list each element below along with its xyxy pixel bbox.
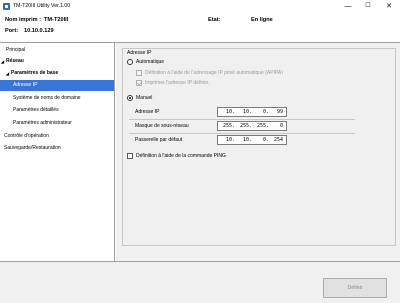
ip-address-input[interactable]: 10 . 10 . 0 . 99 <box>217 107 287 117</box>
ip-address-group: Adresse IP Automatique Définition à l'ai… <box>122 48 396 246</box>
nav-item-label: Paramètres détaillés <box>13 107 59 113</box>
group-title: Adresse IP <box>126 50 153 56</box>
ping-label: Définition à l'aide de la commande PING <box>136 153 226 159</box>
bottom-bar: Définir <box>0 261 400 303</box>
ip-octet-4: 99 <box>276 109 283 115</box>
nav-item-label: Sauvegarde/Restauration <box>4 145 61 151</box>
window-title: TM-T20III Utility Ver.1.00 <box>13 3 71 9</box>
title-bar: TM-T20III Utility Ver.1.00 — ☐ ✕ <box>0 0 400 13</box>
nav-item-parametres-de-base[interactable]: ◢ Paramètres de base <box>0 68 114 79</box>
printer-info-header: Nom imprim : TM-T20III Port: 10.10.0.129… <box>0 13 400 42</box>
expand-arrow-icon[interactable]: ◢ <box>1 56 4 67</box>
nav-item-label: Système de noms de domaine <box>13 95 81 101</box>
auto-radio[interactable] <box>127 59 133 65</box>
row-divider <box>129 133 355 134</box>
port-label: Port: <box>5 28 19 34</box>
ip-octet-2: 10 <box>242 109 249 115</box>
nav-item-parametres-detailles[interactable]: Paramètres détaillés <box>0 105 114 116</box>
ping-checkbox[interactable] <box>127 153 133 159</box>
manual-radio[interactable] <box>127 95 133 101</box>
subnet-octet-3: 255 <box>256 123 266 129</box>
nav-item-label: Réseau <box>6 58 24 64</box>
gateway-octet-3: 0 <box>262 137 266 143</box>
nav-item-principal[interactable]: Principal <box>0 45 114 56</box>
ip-octet-1: 10 <box>225 109 232 115</box>
row-divider <box>129 119 355 120</box>
gateway-label: Passerelle par défaut <box>135 137 183 143</box>
printer-name-label: Nom imprim : <box>5 17 42 23</box>
auto-label: Automatique <box>136 59 165 65</box>
nav-item-label: Paramètres administrateur <box>13 120 72 126</box>
nav-item-reseau[interactable]: ◢ Réseau <box>0 56 114 67</box>
gateway-octet-1: 10 <box>225 137 232 143</box>
subnet-mask-label: Masque de sous-réseau <box>135 123 189 129</box>
status-label: Etat: <box>208 17 221 23</box>
nav-item-sauvegarde-restauration[interactable]: Sauvegarde/Restauration <box>0 143 114 154</box>
nav-item-dns[interactable]: Système de noms de domaine <box>0 93 114 104</box>
subnet-octet-1: 255 <box>222 123 232 129</box>
settings-tree: Principal ◢ Réseau ◢ Paramètres de base … <box>0 43 115 261</box>
nav-item-label: Paramètres de base <box>11 70 59 76</box>
apipa-checkbox[interactable] <box>136 70 142 76</box>
nav-item-controle-operation[interactable]: Contrôle d'opération <box>0 131 114 142</box>
nav-item-parametres-administrateur[interactable]: Paramètres administrateur <box>0 118 114 129</box>
maximize-button[interactable]: ☐ <box>358 0 378 13</box>
gateway-input[interactable]: 10 . 10 . 0 . 254 <box>217 135 287 145</box>
port-value: 10.10.0.129 <box>24 28 54 34</box>
print-ip-checkbox[interactable] <box>136 80 142 86</box>
gateway-octet-2: 10 <box>242 137 249 143</box>
nav-item-label: Adresse IP <box>13 82 38 88</box>
apipa-label: Définition à l'aide de l'adressage IP pr… <box>145 70 283 76</box>
subnet-octet-2: 255 <box>239 123 249 129</box>
nav-item-label: Contrôle d'opération <box>4 133 49 139</box>
subnet-mask-input[interactable]: 255 . 255 . 255 . 0 <box>217 121 287 131</box>
nav-item-adresse-ip[interactable]: Adresse IP <box>0 80 114 91</box>
close-button[interactable]: ✕ <box>378 0 400 13</box>
app-icon <box>3 3 10 10</box>
print-ip-label: Imprimer l'adresse IP définie. <box>145 80 210 86</box>
manual-label: Manuel <box>136 95 153 101</box>
minimize-button[interactable]: — <box>338 0 358 13</box>
status-value: En ligne <box>251 17 273 23</box>
ip-address-label: Adresse IP <box>135 109 160 115</box>
expand-arrow-icon[interactable]: ◢ <box>6 68 9 79</box>
nav-item-label: Principal <box>6 47 26 53</box>
printer-name-value: TM-T20III <box>44 17 69 23</box>
apply-button[interactable]: Définir <box>323 278 387 298</box>
gateway-octet-4: 254 <box>273 137 283 143</box>
ip-settings-panel: Adresse IP Automatique Définition à l'ai… <box>116 43 400 261</box>
subnet-octet-4: 0 <box>279 123 283 129</box>
ip-octet-3: 0 <box>262 109 266 115</box>
